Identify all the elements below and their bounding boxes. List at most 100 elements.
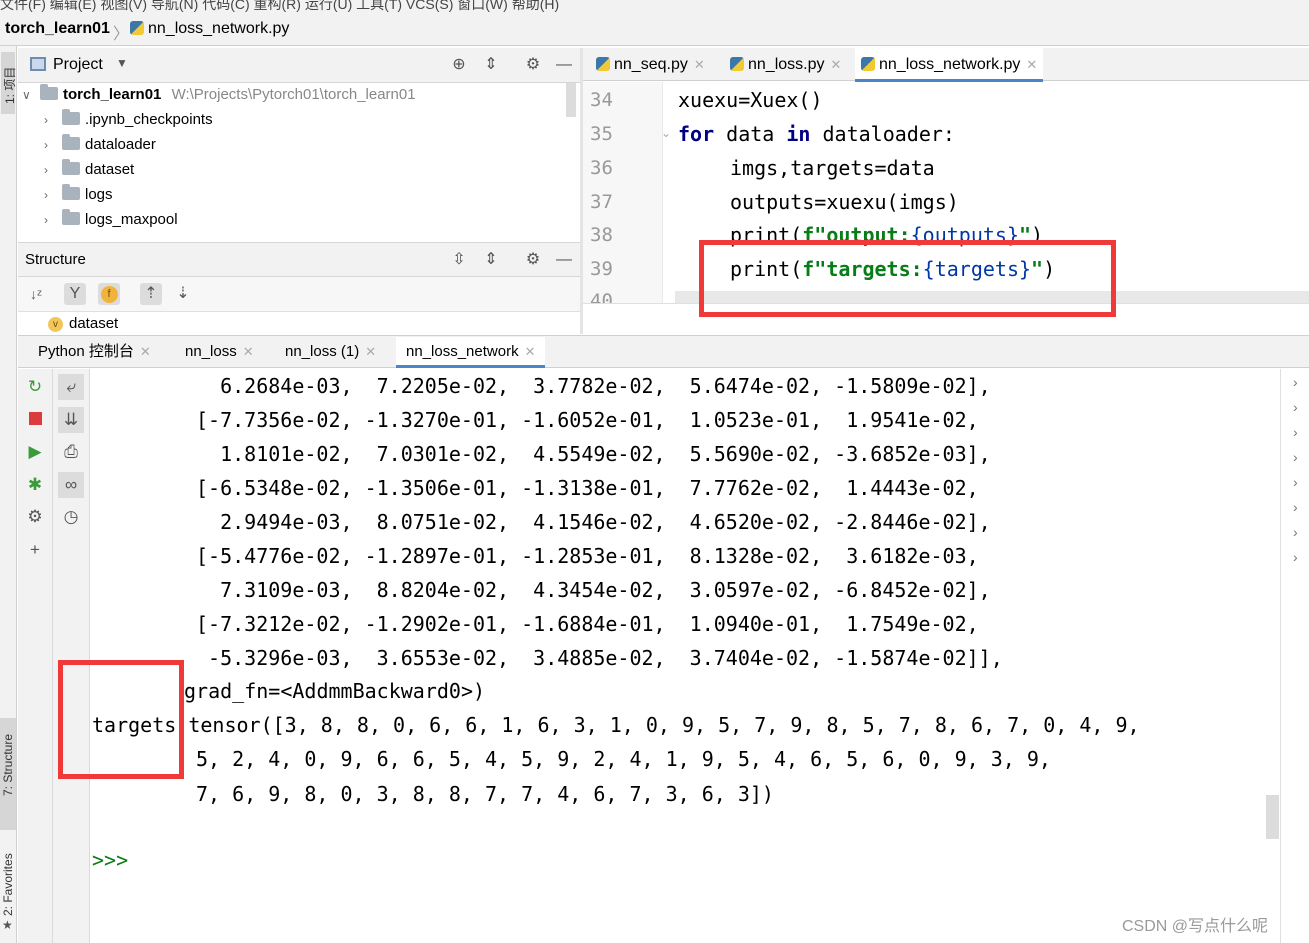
highlight-box-console bbox=[58, 660, 184, 779]
close-icon[interactable]: ✕ bbox=[243, 344, 254, 359]
tree-item-label: .ipynb_checkpoints bbox=[85, 111, 213, 128]
rerun-icon[interactable]: ↻ bbox=[22, 374, 48, 400]
fold-icon[interactable]: ⌄ bbox=[661, 126, 671, 140]
tab-nn-loss-1-run[interactable]: nn_loss (1) ✕ bbox=[281, 337, 380, 367]
tab-nn-seq[interactable]: nn_seq.py ✕ bbox=[590, 48, 711, 81]
tree-item-label: dataset bbox=[85, 161, 135, 178]
expand-all-icon[interactable]: ⇳ bbox=[448, 249, 470, 271]
chevron-right-icon[interactable]: › bbox=[1293, 424, 1298, 440]
gear-icon[interactable]: ⚙ bbox=[522, 249, 544, 271]
show-fields-icon[interactable]: f bbox=[98, 283, 120, 305]
structure-tool-label: 7: Structure bbox=[1, 733, 15, 796]
tree-item[interactable]: › logs_maxpool bbox=[44, 208, 178, 232]
line-number: 37 bbox=[590, 191, 613, 213]
tab-nn-loss-network-run[interactable]: nn_loss_network ✕ bbox=[396, 337, 546, 368]
code-text: data bbox=[714, 122, 787, 146]
tree-item[interactable]: › .ipynb_checkpoints bbox=[44, 108, 213, 132]
chevron-right-icon[interactable]: › bbox=[1293, 524, 1298, 540]
field-badge: f bbox=[100, 286, 118, 303]
chevron-right-icon[interactable]: › bbox=[44, 208, 62, 232]
tree-item[interactable]: › dataloader bbox=[44, 133, 156, 157]
project-tree: ∨ torch_learn01 W:\Projects\Pytorch01\tor… bbox=[18, 83, 580, 241]
star-icon: ★ bbox=[2, 918, 13, 932]
chevron-right-icon[interactable]: › bbox=[44, 158, 62, 182]
print-icon[interactable]: ⎙ bbox=[58, 439, 84, 465]
collapse-all-icon[interactable]: ⇕ bbox=[480, 249, 502, 271]
close-icon[interactable]: ✕ bbox=[525, 344, 536, 359]
settings-icon[interactable]: ⚙ bbox=[22, 504, 48, 530]
python-file-icon bbox=[596, 57, 610, 71]
line-number: 36 bbox=[590, 157, 613, 179]
structure-item[interactable]: v dataset bbox=[48, 313, 118, 335]
breadcrumb-file[interactable]: nn_loss_network.py bbox=[130, 20, 289, 38]
tab-label: nn_loss.py bbox=[748, 56, 825, 73]
folder-icon bbox=[62, 184, 80, 200]
chevron-right-icon[interactable]: › bbox=[1293, 399, 1298, 415]
structure-item-label: dataset bbox=[69, 315, 119, 332]
chevron-right-icon[interactable]: › bbox=[1293, 499, 1298, 515]
console-line-targets: targets:tensor([3, 8, 8, 0, 6, 6, 1, 6, … bbox=[92, 713, 1140, 737]
history-icon[interactable]: ◷ bbox=[58, 504, 84, 530]
code-line-35: for data in dataloader: bbox=[678, 122, 955, 146]
tree-item-label: logs_maxpool bbox=[85, 211, 178, 228]
gear-icon[interactable]: ⚙ bbox=[522, 54, 544, 76]
close-icon[interactable]: ✕ bbox=[365, 344, 376, 359]
project-panel-header: Project ▼ ⊕ ⇕ ⚙ — bbox=[18, 48, 580, 83]
show-inherited-icon[interactable]: Y bbox=[64, 283, 86, 305]
close-icon[interactable]: ✕ bbox=[1026, 57, 1037, 72]
project-panel-title[interactable]: Project bbox=[53, 56, 103, 74]
tree-item-label: dataloader bbox=[85, 136, 156, 153]
console-prompt[interactable]: >>> bbox=[92, 848, 128, 872]
chevron-right-icon[interactable]: › bbox=[44, 108, 62, 132]
right-strip: › › › › › › › › bbox=[1280, 369, 1309, 943]
python-file-icon bbox=[130, 21, 144, 35]
soft-wrap-icon[interactable]: ⤶ bbox=[58, 374, 84, 400]
chevron-right-icon[interactable]: › bbox=[1293, 474, 1298, 490]
hide-panel-icon[interactable]: — bbox=[553, 54, 575, 76]
console-line: 7, 6, 9, 8, 0, 3, 8, 8, 7, 7, 4, 6, 7, 3… bbox=[196, 782, 774, 806]
close-icon[interactable]: ✕ bbox=[694, 57, 705, 72]
line-number: 34 bbox=[590, 89, 613, 111]
folder-icon bbox=[62, 159, 80, 175]
locate-icon[interactable]: ⊕ bbox=[448, 54, 470, 76]
navigate-down-icon[interactable]: ⇣ bbox=[172, 283, 194, 305]
chevron-right-icon[interactable]: › bbox=[1293, 449, 1298, 465]
collapse-all-icon[interactable]: ⇕ bbox=[480, 54, 502, 76]
navigate-up-icon[interactable]: ⇡ bbox=[140, 283, 162, 305]
tab-label: nn_loss_network bbox=[406, 343, 519, 360]
chevron-down-icon[interactable]: ▼ bbox=[116, 56, 128, 70]
line-number: 39 bbox=[590, 258, 613, 280]
tab-nn-loss-network[interactable]: nn_loss_network.py ✕ bbox=[855, 48, 1044, 82]
console-line: [-5.4776e-02, -1.2897e-01, -1.2853e-01, … bbox=[196, 544, 979, 568]
console-scrollbar-thumb[interactable] bbox=[1266, 795, 1279, 839]
chevron-right-icon[interactable]: › bbox=[44, 133, 62, 157]
tree-item[interactable]: › logs bbox=[44, 183, 113, 207]
console-line: 5, 2, 4, 0, 9, 6, 6, 5, 4, 5, 9, 2, 4, 1… bbox=[196, 747, 1051, 771]
structure-panel-title: Structure bbox=[25, 251, 86, 268]
chevron-right-icon[interactable]: › bbox=[1293, 549, 1298, 565]
run-icon[interactable]: ▶ bbox=[22, 439, 48, 465]
tree-item[interactable]: › dataset bbox=[44, 158, 134, 182]
debug-icon[interactable]: ✱ bbox=[22, 472, 48, 498]
console-line: grad_fn=<AddmmBackward0>) bbox=[184, 679, 486, 703]
chevron-down-icon[interactable]: ∨ bbox=[22, 83, 40, 107]
chevron-right-icon[interactable]: › bbox=[1293, 374, 1298, 390]
python-file-icon bbox=[861, 57, 875, 71]
breadcrumb-project[interactable]: torch_learn01 bbox=[5, 20, 110, 38]
tree-root-path: W:\Projects\Pytorch01\torch_learn01 bbox=[171, 86, 416, 103]
add-icon[interactable]: + bbox=[22, 537, 48, 563]
hide-panel-icon[interactable]: — bbox=[553, 249, 575, 271]
sort-alpha-icon[interactable]: ↓ᶻ bbox=[25, 283, 47, 305]
structure-toolbar: ↓ᶻ Y f ⇡ ⇣ bbox=[18, 277, 580, 312]
close-icon[interactable]: ✕ bbox=[140, 344, 151, 359]
tab-nn-loss-run[interactable]: nn_loss ✕ bbox=[181, 337, 258, 367]
scroll-to-end-icon[interactable]: ⇊ bbox=[58, 407, 84, 433]
tab-python-console[interactable]: Python 控制台 ✕ bbox=[34, 337, 155, 367]
show-variables-icon[interactable]: ∞ bbox=[58, 472, 84, 498]
tab-nn-loss[interactable]: nn_loss.py ✕ bbox=[724, 48, 847, 81]
stop-icon[interactable] bbox=[22, 407, 48, 433]
tree-root[interactable]: ∨ torch_learn01 W:\Projects\Pytorch01\tor… bbox=[22, 83, 416, 107]
chevron-right-icon[interactable]: › bbox=[44, 183, 62, 207]
tree-scrollbar[interactable] bbox=[566, 83, 576, 117]
close-icon[interactable]: ✕ bbox=[831, 57, 842, 72]
